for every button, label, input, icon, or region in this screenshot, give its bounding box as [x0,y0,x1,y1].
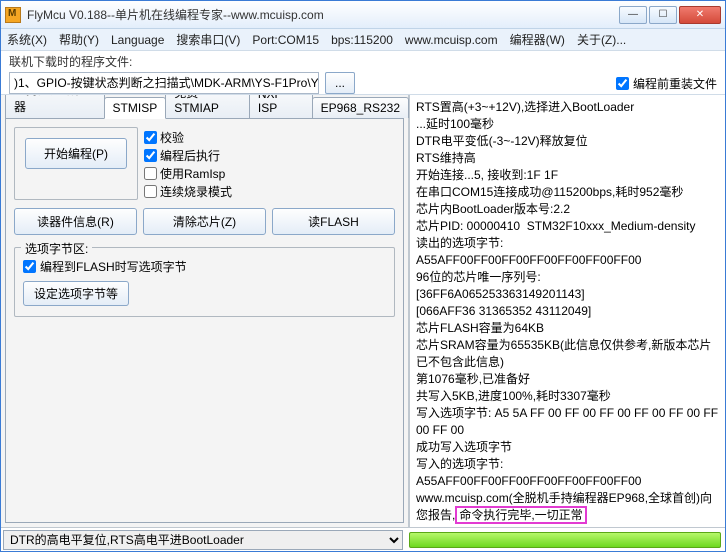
option-bytes-legend: 选项字节区: [21,240,92,257]
close-button[interactable]: ✕ [679,6,721,24]
log-line: [36FF6A065253363149201143] [416,286,719,303]
log-line: 芯片PID: 00000410 STM32F10xxx_Medium-densi… [416,218,719,235]
log-line: 第1076毫秒,已准备好 [416,371,719,388]
tab-nxpisp[interactable]: NXP ISP [249,95,313,118]
read-flash-button[interactable]: 读FLASH [272,208,395,235]
menu-searchport[interactable]: 搜索串口(V) [176,31,240,48]
statusbar: DTR的高电平复位,RTS高电平进BootLoader [1,527,725,551]
browse-button[interactable]: ... [325,72,355,94]
tabs: 手持万用编程器 STMISP 免费STMIAP NXP ISP EP968_RS… [1,95,408,118]
log-highlight: 命令执行完毕,一切正常 [455,506,586,524]
tab-ep968[interactable]: EP968_RS232 [312,97,409,118]
menu-site[interactable]: www.mcuisp.com [405,33,498,47]
file-path-field[interactable]: )1、GPIO-按键状态判断之扫描式\MDK-ARM\YS-F1Pro\YS-F… [9,72,319,94]
menu-help[interactable]: 帮助(Y) [59,31,99,48]
log-line: 在串口COM15连接成功@115200bps,耗时952毫秒 [416,184,719,201]
menu-about[interactable]: 关于(Z)... [577,31,626,48]
set-option-bytes-button[interactable]: 设定选项字节等 [23,281,129,306]
maximize-button[interactable]: ☐ [649,6,677,24]
option-bytes-group: 选项字节区: 编程到FLASH时写选项字节 设定选项字节等 [14,247,395,317]
log-line: 96位的芯片唯一序列号: [416,269,719,286]
menu-port[interactable]: Port:COM15 [252,33,319,47]
log-line: 写入的选项字节: [416,456,719,473]
start-group: 开始编程(P) [14,127,138,200]
file-row: 联机下载时的程序文件: )1、GPIO-按键状态判断之扫描式\MDK-ARM\Y… [1,51,725,95]
window-title: FlyMcu V0.188--单片机在线编程专家--www.mcuisp.com [27,6,619,23]
log-line: 写入选项字节: A5 5A FF 00 FF 00 FF 00 FF 00 FF… [416,405,719,439]
log-line: A55AFF00FF00FF00FF00FF00FF00FF00 [416,473,719,490]
verify-checkbox[interactable]: 校验 [144,129,232,146]
left-pane: 手持万用编程器 STMISP 免费STMIAP NXP ISP EP968_RS… [1,95,409,527]
log-line: 读出的选项字节: [416,235,719,252]
log-line: DTR电平变低(-3~-12V)释放复位 [416,133,719,150]
minimize-button[interactable]: — [619,6,647,24]
tab-stmiap[interactable]: 免费STMIAP [165,95,250,118]
file-label: 联机下载时的程序文件: [9,53,717,70]
titlebar[interactable]: FlyMcu V0.188--单片机在线编程专家--www.mcuisp.com… [1,1,725,29]
app-window: FlyMcu V0.188--单片机在线编程专家--www.mcuisp.com… [0,0,726,552]
runafter-checkbox[interactable]: 编程后执行 [144,147,232,164]
menubar: 系统(X) 帮助(Y) Language 搜索串口(V) Port:COM15 … [1,29,725,51]
menu-programmer[interactable]: 编程器(W) [510,31,565,48]
erase-chip-button[interactable]: 清除芯片(Z) [143,208,266,235]
log-line: www.mcuisp.com(全脱机手持编程器EP968,全球首创)向您报告,命… [416,490,719,524]
log-line: RTS置高(+3~+12V),选择进入BootLoader [416,99,719,116]
app-icon [5,7,21,23]
menu-bps[interactable]: bps:115200 [331,33,393,47]
tab-handheld[interactable]: 手持万用编程器 [5,95,105,118]
reinstall-checkbox-input[interactable] [616,77,629,90]
menu-system[interactable]: 系统(X) [7,31,47,48]
log-line: A55AFF00FF00FF00FF00FF00FF00FF00 [416,252,719,269]
log-line: 开始连接...5, 接收到:1F 1F [416,167,719,184]
menu-language[interactable]: Language [111,33,164,47]
continuous-checkbox[interactable]: 连续烧录模式 [144,183,232,200]
read-device-info-button[interactable]: 读器件信息(R) [14,208,137,235]
reinstall-label: 编程前重装文件 [633,75,717,92]
log-line: 芯片SRAM容量为65535KB(此信息仅供参考,新版本芯片已不包含此信息) [416,337,719,371]
start-program-button[interactable]: 开始编程(P) [25,138,127,169]
tab-content: 开始编程(P) 校验 编程后执行 使用RamIsp 连续烧录模式 读器件信息(R… [5,118,404,523]
log-line: 芯片FLASH容量为64KB [416,320,719,337]
log-line: ...延时100毫秒 [416,116,719,133]
log-line: 芯片内BootLoader版本号:2.2 [416,201,719,218]
progress-bar [409,532,721,548]
log-line: 共写入5KB,进度100%,耗时3307毫秒 [416,388,719,405]
log-line: 成功写入选项字节 [416,439,719,456]
tab-stmisp[interactable]: STMISP [104,97,167,119]
write-option-bytes-checkbox[interactable]: 编程到FLASH时写选项字节 [23,258,386,275]
ramisp-checkbox[interactable]: 使用RamIsp [144,165,232,182]
log-line: [066AFF36 31365352 43112049] [416,303,719,320]
reinstall-checkbox[interactable]: 编程前重装文件 [616,75,717,92]
log-pane[interactable]: RTS置高(+3~+12V),选择进入BootLoader...延时100毫秒D… [409,95,725,527]
reset-mode-select[interactable]: DTR的高电平复位,RTS高电平进BootLoader [3,530,403,550]
log-line: RTS维持高 [416,150,719,167]
